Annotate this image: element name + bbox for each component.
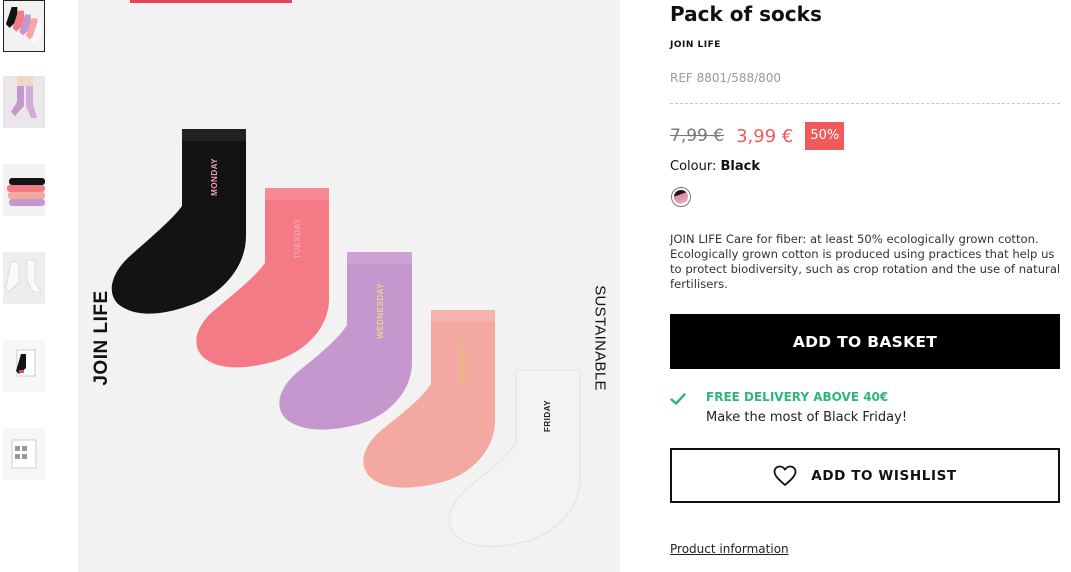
- colour-label: Colour:: [670, 159, 717, 174]
- sock-label-friday: FRIDAY: [543, 400, 552, 432]
- product-title: Pack of socks: [670, 2, 822, 26]
- old-price: 7,99 €: [670, 126, 725, 146]
- discount-badge: 50%: [805, 122, 845, 150]
- price-row: 7,99 € 3,99 € 50%: [670, 121, 845, 151]
- product-information-link[interactable]: Product information: [670, 542, 789, 556]
- thumbnail-socks-stack-image: [3, 164, 45, 216]
- sock-label-thursday: THURSDAY: [458, 340, 467, 388]
- colour-swatch-image: [674, 190, 688, 204]
- thumbnail-model-white-socks[interactable]: [3, 252, 45, 304]
- delivery-title: FREE DELIVERY ABOVE 40€: [706, 390, 889, 404]
- thumbnail-label-card-image: [3, 428, 45, 480]
- image-side-text-right: SUSTAINABLE: [591, 285, 609, 391]
- sock-label-wednesday: WEDNESDAY: [376, 283, 385, 339]
- divider: [670, 103, 1060, 104]
- colour-value: Black: [720, 159, 760, 174]
- product-brand: JOIN LIFE: [670, 40, 721, 50]
- thumbnail-socks-stack[interactable]: [3, 164, 45, 216]
- check-icon: [670, 393, 686, 405]
- image-side-text-left: JOIN LIFE: [91, 290, 112, 386]
- thumbnail-model-purple-socks-image: [3, 76, 45, 128]
- thumbnail-socks-fan-image: [4, 1, 44, 51]
- thumbnail-model-purple-socks[interactable]: [3, 76, 45, 128]
- sock-black: [111, 129, 246, 314]
- wishlist-label: ADD TO WISHLIST: [811, 467, 957, 484]
- thumbnail-socks-black-pack[interactable]: [3, 340, 45, 392]
- sock-label-monday: MONDAY: [210, 158, 219, 196]
- sale-price: 3,99 €: [736, 125, 794, 147]
- product-description: JOIN LIFE Care for fiber: at least 50% e…: [670, 232, 1061, 291]
- delivery-subtitle: Make the most of Black Friday!: [706, 410, 908, 425]
- main-product-image[interactable]: MONDAY TUESDAY WEDNESDAY THURSDAY FRIDAY…: [78, 0, 620, 572]
- thumbnail-socks-fan[interactable]: [3, 0, 45, 52]
- socks-illustration: MONDAY TUESDAY WEDNESDAY THURSDAY FRIDAY: [111, 129, 581, 548]
- delivery-info: FREE DELIVERY ABOVE 40€ Make the most of…: [670, 389, 1060, 429]
- thumbnail-socks-black-pack-image: [3, 340, 45, 392]
- sock-label-tuesday: TUESDAY: [293, 218, 302, 259]
- thumbnail-model-white-socks-image: [3, 252, 45, 304]
- colour-swatch-black[interactable]: [671, 187, 691, 207]
- add-to-basket-button[interactable]: ADD TO BASKET: [670, 314, 1060, 369]
- product-reference: REF 8801/588/800: [670, 71, 782, 85]
- thumbnail-strip: [0, 0, 48, 572]
- heart-icon: [773, 465, 797, 486]
- add-to-wishlist-button[interactable]: ADD TO WISHLIST: [670, 448, 1060, 503]
- thumbnail-label-card[interactable]: [3, 428, 45, 480]
- colour-row: Colour: Black: [670, 159, 760, 174]
